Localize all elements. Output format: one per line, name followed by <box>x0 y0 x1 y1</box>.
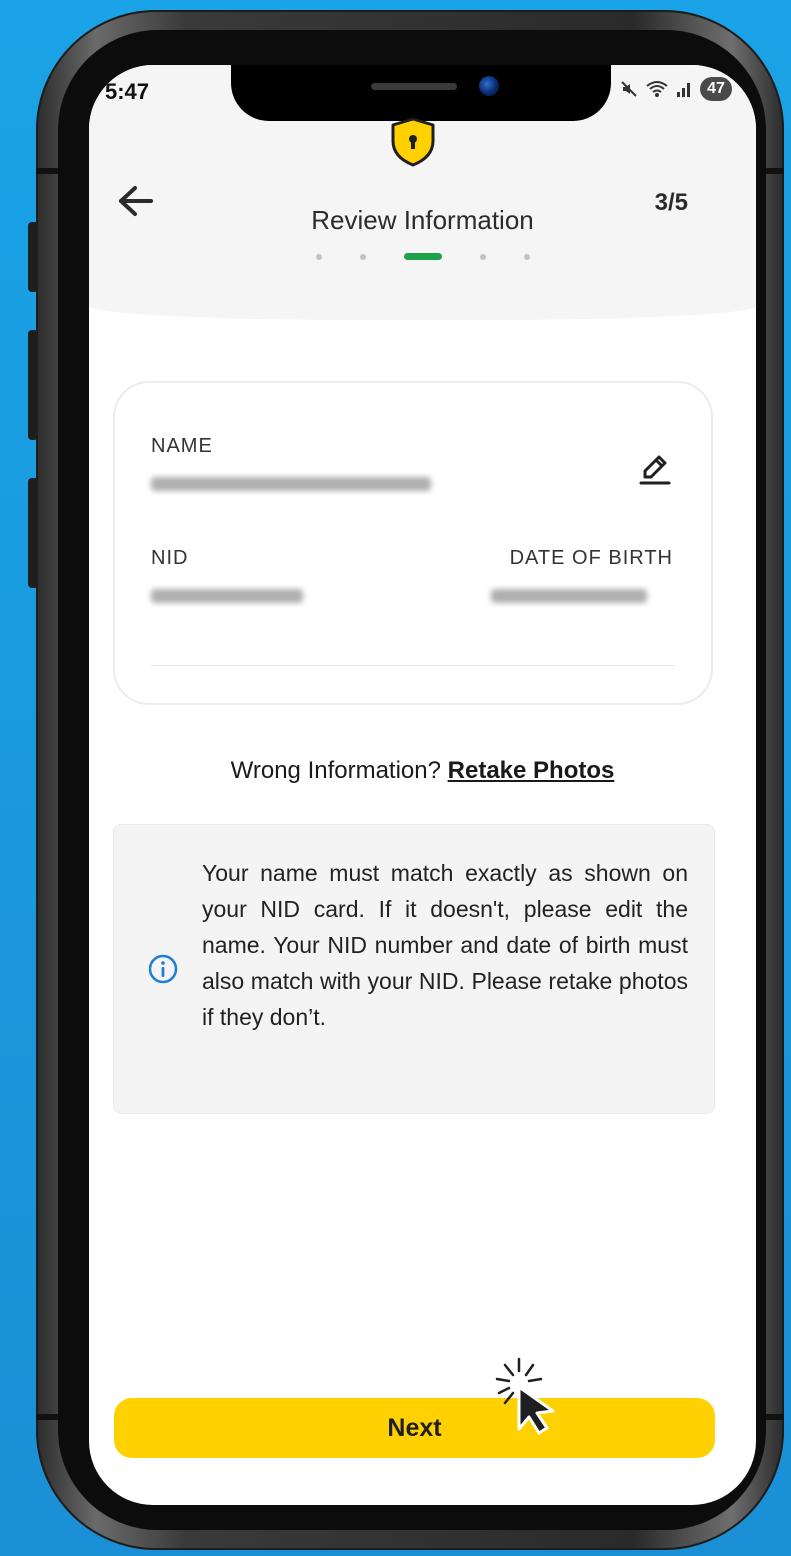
click-cursor-icon <box>495 1357 555 1435</box>
dob-label: DATE OF BIRTH <box>509 547 673 569</box>
step-counter: 3/5 <box>654 189 688 216</box>
next-button-label: Next <box>387 1413 442 1442</box>
shield-lock-icon <box>391 117 435 167</box>
notice-text: Your name must match exactly as shown on… <box>202 860 688 1030</box>
front-camera <box>479 76 499 96</box>
mute-icon <box>621 81 637 97</box>
app-screen: 5:47 47 Review Information 3/5 NAME NID … <box>89 65 756 1505</box>
step-dot <box>359 253 366 260</box>
speaker-grille <box>371 83 457 90</box>
battery-indicator: 47 <box>700 77 732 101</box>
volume-up-button <box>28 330 38 440</box>
signal-icon <box>677 83 690 97</box>
wrong-info-prompt: Wrong Information? <box>230 757 441 784</box>
nid-value <box>151 589 303 603</box>
next-button[interactable]: Next <box>114 1398 715 1458</box>
frame-rail <box>36 168 60 174</box>
step-dot <box>479 253 486 260</box>
dob-value <box>491 589 647 603</box>
name-value <box>151 477 431 491</box>
step-dot <box>315 253 322 260</box>
step-dot-active <box>403 253 442 260</box>
frame-rail <box>36 1414 60 1420</box>
identity-card: NAME NID DATE OF BIRTH <box>113 381 713 705</box>
retake-photos-link[interactable]: Retake Photos <box>448 757 615 784</box>
name-label: NAME <box>151 435 213 457</box>
nid-label: NID <box>151 547 189 569</box>
camera-notch <box>231 65 611 121</box>
step-dot <box>523 253 530 260</box>
volume-down-button <box>28 478 38 588</box>
wrong-info-row: Wrong Information? Retake Photos <box>89 757 756 785</box>
info-icon <box>148 954 178 984</box>
status-icons: 47 <box>620 77 732 101</box>
card-divider <box>151 665 675 666</box>
side-button <box>28 222 38 292</box>
status-time: 5:47 <box>105 79 150 104</box>
info-notice: Your name must match exactly as shown on… <box>113 824 715 1114</box>
pencil-icon[interactable] <box>637 451 673 487</box>
wifi-icon <box>646 81 668 97</box>
step-indicator <box>89 253 756 260</box>
